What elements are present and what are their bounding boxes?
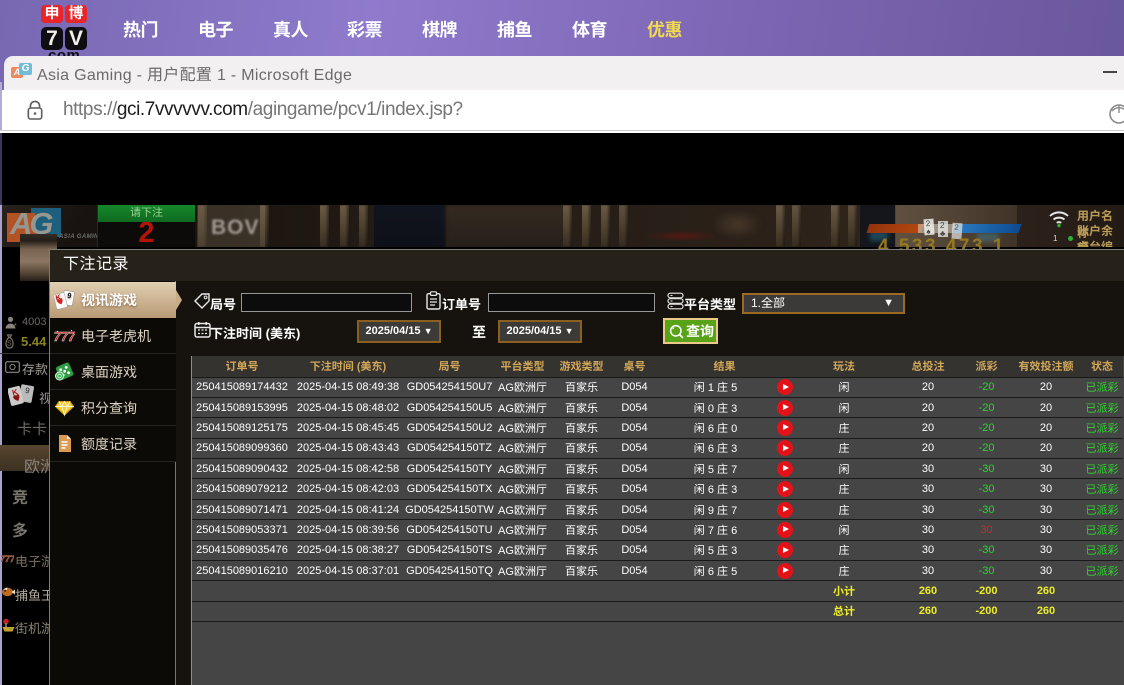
svg-text:*: * <box>14 323 17 329</box>
svg-text:777: 777 <box>1 554 14 564</box>
svg-text:S: S <box>7 341 12 348</box>
